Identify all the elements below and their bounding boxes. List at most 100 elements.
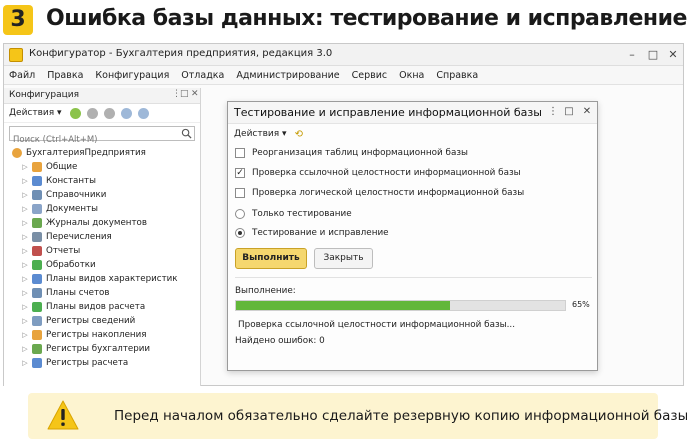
panel-actions-menu[interactable]: Действия ▾: [9, 108, 62, 118]
dialog-title: Тестирование и исправление информационно…: [234, 106, 542, 119]
tree-item-label: Константы: [46, 176, 96, 186]
config-root-icon: [12, 148, 22, 158]
tree-item[interactable]: ▷ Регистры расчета: [4, 356, 200, 370]
test-only-radio[interactable]: [235, 209, 245, 219]
tree-item[interactable]: ▷ Планы видов расчета: [4, 300, 200, 314]
progress-bar: [235, 300, 566, 311]
menu-configuration[interactable]: Конфигурация: [95, 70, 169, 81]
tree-item[interactable]: ▷ Перечисления: [4, 230, 200, 244]
refresh-icon[interactable]: ⟲: [295, 129, 303, 140]
expand-arrow-icon[interactable]: ▷: [20, 247, 30, 255]
tree-item-label: Справочники: [46, 190, 107, 200]
menu-windows[interactable]: Окна: [399, 70, 424, 81]
app-logo-icon: [9, 48, 23, 62]
dialog-close-icon[interactable]: ✕: [580, 105, 594, 119]
tree-item[interactable]: ▷ Константы: [4, 174, 200, 188]
expand-arrow-icon[interactable]: ▷: [20, 289, 30, 297]
page-header: 3 Ошибка базы данных: тестирование и исп…: [0, 0, 687, 40]
chart-accounts-icon: [32, 288, 42, 298]
reorganize-label: Реорганизация таблиц информационной базы: [252, 148, 468, 158]
expand-arrow-icon[interactable]: ▷: [20, 191, 30, 199]
expand-arrow-icon[interactable]: ▷: [20, 205, 30, 213]
tree-item-label: Перечисления: [46, 232, 112, 242]
option-reorganize[interactable]: Реорганизация таблиц информационной базы: [235, 148, 468, 158]
option-ref-integrity[interactable]: ✓ Проверка ссылочной целостности информа…: [235, 168, 521, 178]
expand-arrow-icon[interactable]: ▷: [20, 331, 30, 339]
expand-arrow-icon[interactable]: ▷: [20, 261, 30, 269]
option-test-only[interactable]: Только тестирование: [235, 209, 352, 219]
tree-item-label: Регистры бухгалтерии: [46, 344, 151, 354]
report-icon: [32, 246, 42, 256]
logical-integrity-checkbox[interactable]: [235, 188, 245, 198]
menu-administration[interactable]: Администрирование: [236, 70, 339, 81]
enum-icon: [32, 232, 42, 242]
warning-icon: [47, 400, 79, 430]
divider: [235, 277, 592, 278]
expand-arrow-icon[interactable]: ▷: [20, 275, 30, 283]
menu-help[interactable]: Справка: [436, 70, 478, 81]
plan-char-icon: [32, 274, 42, 284]
warning-text: Перед началом обязательно сделайте резер…: [114, 408, 687, 424]
close-icon[interactable]: ✕: [665, 47, 681, 63]
tree-item[interactable]: ▷ Справочники: [4, 188, 200, 202]
tree-item-label: Общие: [46, 162, 78, 172]
tree-item[interactable]: ▷ Общие: [4, 160, 200, 174]
tree-item[interactable]: ▷ Отчеты: [4, 244, 200, 258]
panel-actions-label: Действия: [9, 108, 55, 118]
panel-restore-icon[interactable]: □: [180, 89, 189, 99]
logical-integrity-label: Проверка логической целостности информац…: [252, 188, 525, 198]
expand-arrow-icon[interactable]: ▷: [20, 303, 30, 311]
status-text: Проверка ссылочной целостности информаци…: [238, 320, 515, 330]
expand-arrow-icon[interactable]: ▷: [20, 219, 30, 227]
tree-item[interactable]: ▷ Документы: [4, 202, 200, 216]
tree-item-label: Регистры расчета: [46, 358, 129, 368]
test-repair-radio[interactable]: [235, 228, 245, 238]
maximize-icon[interactable]: □: [645, 47, 661, 63]
search-input[interactable]: [10, 133, 170, 147]
tree-root[interactable]: БухгалтерияПредприятия: [4, 146, 200, 160]
move-down-icon[interactable]: [137, 107, 149, 119]
ref-integrity-checkbox[interactable]: ✓: [235, 168, 245, 178]
dialog-maximize-icon[interactable]: □: [562, 105, 576, 119]
run-button[interactable]: Выполнить: [235, 248, 307, 269]
expand-arrow-icon[interactable]: ▷: [20, 163, 30, 171]
search-icon[interactable]: [181, 128, 192, 139]
menu-service[interactable]: Сервис: [352, 70, 388, 81]
tree-item[interactable]: ▷ Регистры накопления: [4, 328, 200, 342]
expand-arrow-icon[interactable]: ▷: [20, 233, 30, 241]
expand-arrow-icon[interactable]: ▷: [20, 177, 30, 185]
close-button[interactable]: Закрыть: [314, 248, 373, 269]
tree-item[interactable]: ▷ Планы счетов: [4, 286, 200, 300]
tree-item[interactable]: ▷ Регистры сведений: [4, 314, 200, 328]
settings-icon[interactable]: [103, 107, 115, 119]
minimize-icon[interactable]: –: [624, 47, 640, 63]
option-test-and-repair[interactable]: Тестирование и исправление: [235, 228, 389, 238]
progress-fill: [236, 301, 450, 310]
menu-debug[interactable]: Отладка: [181, 70, 224, 81]
dialog-actions-label: Действия: [234, 129, 280, 139]
panel-close-icon[interactable]: ✕: [191, 89, 199, 99]
expand-arrow-icon[interactable]: ▷: [20, 317, 30, 325]
edit-icon[interactable]: [86, 107, 98, 119]
expand-arrow-icon[interactable]: ▷: [20, 345, 30, 353]
move-up-icon[interactable]: [120, 107, 132, 119]
tree-item[interactable]: ▷ Обработки: [4, 258, 200, 272]
tree-item[interactable]: ▷ Планы видов характеристик: [4, 272, 200, 286]
reorganize-checkbox[interactable]: [235, 148, 245, 158]
errors-found-text: Найдено ошибок: 0: [235, 336, 325, 346]
add-icon[interactable]: [69, 107, 81, 119]
menu-file[interactable]: Файл: [9, 70, 35, 81]
search-box: [9, 126, 195, 147]
tree-item[interactable]: ▷ Журналы документов: [4, 216, 200, 230]
menu-edit[interactable]: Правка: [47, 70, 83, 81]
acc-register-icon: [32, 344, 42, 354]
test-repair-dialog: Тестирование и исправление информационно…: [227, 101, 598, 371]
dialog-actions-menu[interactable]: Действия ▾: [234, 129, 287, 139]
option-logical-integrity[interactable]: Проверка логической целостности информац…: [235, 188, 524, 198]
document-icon: [32, 204, 42, 214]
expand-arrow-icon[interactable]: ▷: [20, 359, 30, 367]
tree-item-label: Документы: [46, 204, 98, 214]
dialog-menu-icon[interactable]: ⋮: [546, 105, 560, 119]
dialog-toolbar: Действия ▾ ⟲: [228, 124, 597, 144]
tree-item[interactable]: ▷ Регистры бухгалтерии: [4, 342, 200, 356]
